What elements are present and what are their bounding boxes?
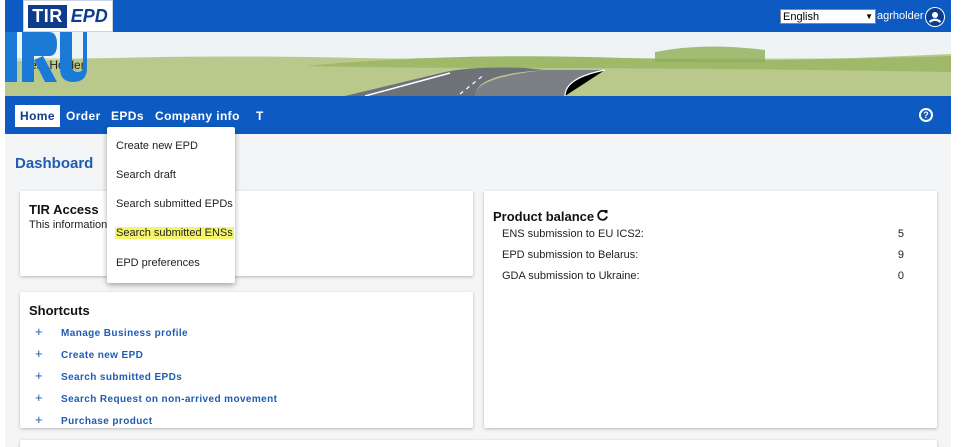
balance-row-gda-ukraine: GDA submission to Ukraine: 0 xyxy=(502,270,914,282)
plus-icon: + xyxy=(35,390,43,405)
shortcut-purchase-product[interactable]: + Purchase product xyxy=(35,412,152,427)
shortcut-manage-business-profile[interactable]: + Manage Business profile xyxy=(35,324,188,339)
header-banner: Test Holder xyxy=(5,32,951,96)
product-balance-card: Product balance ENS submission to EU ICS… xyxy=(484,191,937,428)
nav-company-info[interactable]: Company info xyxy=(155,105,240,127)
nav-order[interactable]: Order xyxy=(66,105,101,127)
tir-access-title: TIR Access xyxy=(29,202,99,217)
menu-item-create-new-epd[interactable]: Create new EPD xyxy=(116,140,198,152)
balance-value: 5 xyxy=(897,228,904,240)
balance-label: GDA submission to Ukraine: xyxy=(502,270,640,282)
page-title: Dashboard xyxy=(15,155,94,172)
language-select-value: English xyxy=(783,10,820,23)
nav-home[interactable]: Home xyxy=(15,105,60,127)
shortcut-search-request-non-arrived[interactable]: + Search Request on non-arrived movement xyxy=(35,390,277,405)
plus-icon: + xyxy=(35,346,43,361)
plus-icon: + xyxy=(35,412,43,427)
shortcuts-title: Shortcuts xyxy=(29,303,90,318)
username: agrholder xyxy=(877,10,924,22)
menu-item-search-submitted-enss[interactable]: Search submitted ENSs xyxy=(115,227,234,239)
menu-item-epd-preferences[interactable]: EPD preferences xyxy=(116,257,200,269)
menu-item-search-draft[interactable]: Search draft xyxy=(116,169,176,181)
balance-label: ENS submission to EU ICS2: xyxy=(502,228,644,240)
logo-tir-text: TIR xyxy=(28,4,67,28)
chevron-down-icon: ▼ xyxy=(865,12,873,21)
top-bar: TIR EPD English ▼ agrholder xyxy=(5,0,951,32)
refresh-icon[interactable] xyxy=(596,209,609,222)
balance-value: 0 xyxy=(897,270,904,282)
balance-value: 9 xyxy=(897,249,904,261)
product-balance-title: Product balance xyxy=(493,209,595,224)
account-icon[interactable] xyxy=(925,7,945,27)
iru-logo xyxy=(5,32,87,82)
nav-epds[interactable]: EPDs xyxy=(111,105,144,127)
shortcut-label: Search Request on non-arrived movement xyxy=(61,394,278,405)
plus-icon: + xyxy=(35,324,43,339)
shortcut-label: Search submitted EPDs xyxy=(61,372,183,383)
shortcut-create-new-epd[interactable]: + Create new EPD xyxy=(35,346,143,361)
tir-access-text: This information is xyxy=(29,219,119,231)
help-icon[interactable]: ? xyxy=(919,108,933,122)
tir-access-card: TIR Access This information is xyxy=(20,191,473,276)
balance-row-ens: ENS submission to EU ICS2: 5 xyxy=(502,228,914,240)
language-select[interactable]: English ▼ xyxy=(780,9,876,24)
tir-epd-logo[interactable]: TIR EPD xyxy=(23,0,113,32)
menu-item-search-submitted-epds[interactable]: Search submitted EPDs xyxy=(116,198,233,210)
shortcut-search-submitted-epds[interactable]: + Search submitted EPDs xyxy=(35,368,182,383)
bottom-card xyxy=(20,440,937,447)
plus-icon: + xyxy=(35,368,43,383)
epds-dropdown-menu: Create new EPD Search draft Search submi… xyxy=(107,127,235,283)
balance-label: EPD submission to Belarus: xyxy=(502,249,639,261)
road-landscape-image xyxy=(5,32,951,96)
logo-epd-text: EPD xyxy=(70,5,108,26)
nav-t[interactable]: T xyxy=(256,105,264,127)
shortcut-label: Manage Business profile xyxy=(61,328,189,339)
balance-row-epd-belarus: EPD submission to Belarus: 9 xyxy=(502,249,914,261)
shortcut-label: Create new EPD xyxy=(61,350,144,361)
shortcut-label: Purchase product xyxy=(61,416,153,427)
